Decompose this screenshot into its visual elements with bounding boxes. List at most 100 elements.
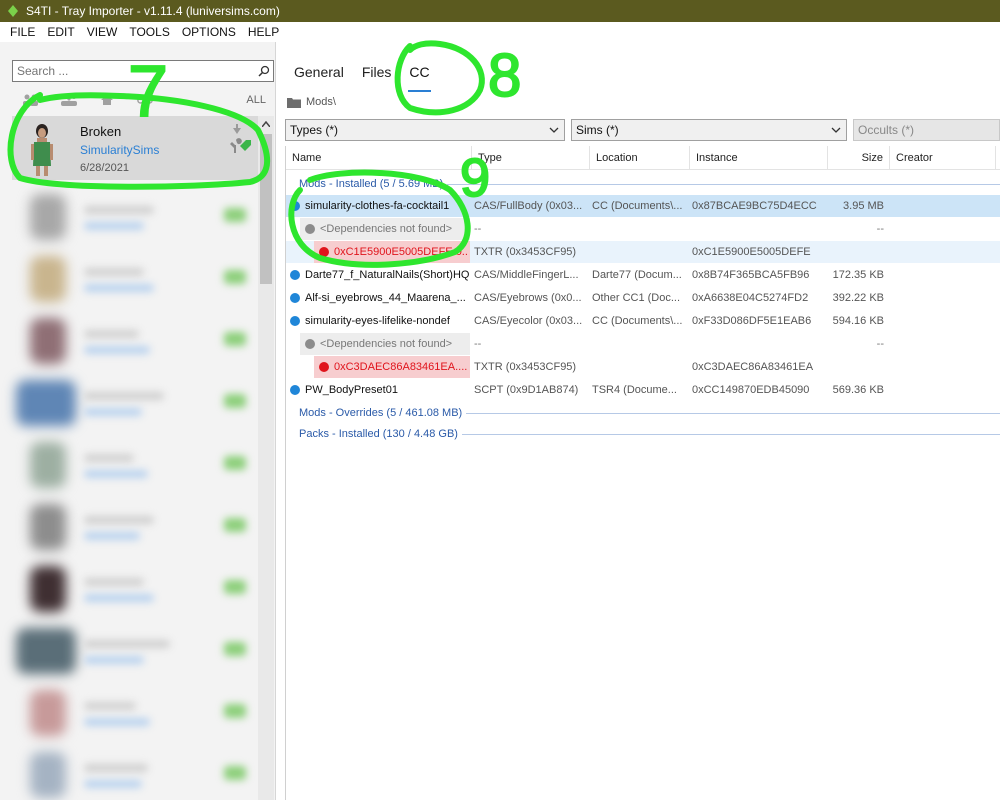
group-label: Packs - Installed (130 / 4.48 GB) — [299, 428, 458, 440]
installed-status-icon — [290, 316, 300, 326]
missing-dependency-icon — [305, 339, 315, 349]
cell-size: 3.95 MB — [843, 200, 884, 212]
table-row[interactable]: 0xC1E5900E5005DEFE.0... TXTR (0x3453CF95… — [286, 241, 1000, 263]
household-item[interactable] — [12, 186, 258, 246]
infinity-filter-icon[interactable] — [126, 91, 164, 109]
cell-size: -- — [876, 223, 884, 235]
menu-edit[interactable]: EDIT — [41, 25, 80, 39]
household-status-icons — [228, 122, 252, 162]
table-row[interactable]: 0xC3DAEC86A83461EA.... TXTR (0x3453CF95)… — [286, 356, 1000, 378]
cell-name: 0xC3DAEC86A83461EA.... — [334, 361, 468, 373]
column-size[interactable]: Size — [828, 146, 890, 170]
household-item[interactable] — [12, 496, 258, 556]
cell-type: CAS/Eyecolor (0x03... — [474, 315, 583, 327]
breadcrumb: Mods\ — [287, 94, 336, 110]
household-item-selected[interactable]: Broken SimularitySims 6/28/2021 — [12, 116, 258, 180]
menu-file[interactable]: FILE — [4, 25, 41, 39]
types-dropdown[interactable]: Types (*) — [285, 119, 565, 141]
cell-name: <Dependencies not found> — [320, 338, 453, 350]
lot-filter-icon[interactable] — [88, 91, 126, 109]
household-item[interactable] — [12, 248, 258, 308]
search-icon[interactable] — [255, 62, 273, 80]
menu-help[interactable]: HELP — [242, 25, 285, 39]
table-header: Name Type Location Instance Size Creator — [286, 146, 1000, 170]
scroll-up-icon[interactable] — [258, 116, 274, 132]
cell-type: -- — [474, 223, 482, 235]
chevron-down-icon — [830, 124, 842, 136]
menu-tools[interactable]: TOOLS — [123, 25, 175, 39]
cell-type: CAS/Eyebrows (0x0... — [474, 292, 582, 304]
household-item[interactable] — [12, 744, 258, 800]
cell-size: -- — [876, 338, 884, 350]
occults-dropdown-value: Occults (*) — [858, 123, 915, 137]
group-mods-overrides[interactable]: Mods - Overrides (5 / 461.08 MB) — [286, 403, 1000, 423]
household-author-link[interactable]: SimularitySims — [80, 143, 159, 157]
cell-type: TXTR (0x3453CF95) — [474, 246, 577, 258]
filter-row: Types (*) Sims (*) Occults (*) — [285, 119, 1000, 141]
tab-files[interactable]: Files — [353, 60, 401, 90]
cell-name: PW_BodyPreset01 — [305, 384, 398, 396]
cell-instance: 0xC3DAEC86A83461EA — [692, 361, 814, 373]
menu-view[interactable]: VIEW — [81, 25, 124, 39]
missing-dependency-icon — [305, 224, 315, 234]
chevron-down-icon — [548, 124, 560, 136]
cell-name: Darte77_f_NaturalNails(Short)HQ — [305, 269, 469, 281]
filter-all-link[interactable]: ALL — [246, 94, 266, 106]
details-pane: General Files CC Mods\ Types (*) Sims (*… — [277, 42, 1000, 800]
cell-name: 0xC1E5900E5005DEFE.0... — [334, 246, 468, 258]
menu-options[interactable]: OPTIONS — [176, 25, 242, 39]
column-creator[interactable]: Creator — [890, 146, 996, 170]
app-logo-icon — [6, 4, 20, 18]
sims-dropdown-value: Sims (*) — [576, 123, 619, 137]
tab-general[interactable]: General — [285, 60, 353, 90]
scroll-thumb[interactable] — [260, 134, 272, 284]
cell-name: simularity-eyes-lifelike-nondef — [305, 315, 450, 327]
group-mods-installed[interactable]: Mods - Installed (5 / 5.69 MB) — [286, 174, 1000, 194]
title-bar: S4TI - Tray Importer - v1.11.4 (lunivers… — [0, 0, 1000, 22]
table-row[interactable]: <Dependencies not found> -- -- — [286, 218, 1000, 240]
cell-location: Other CC1 (Doc... — [592, 292, 681, 304]
cell-location: CC (Documents\... — [592, 315, 683, 327]
window-title: S4TI - Tray Importer - v1.11.4 (lunivers… — [26, 4, 280, 18]
sim-portrait — [31, 124, 53, 176]
error-status-icon — [319, 362, 329, 372]
table-row[interactable]: Alf-si_eyebrows_44_Maarena_... CAS/Eyebr… — [286, 287, 1000, 309]
installed-status-icon — [290, 201, 300, 211]
cell-name: simularity-clothes-fa-cocktail1 — [305, 200, 450, 212]
table-row[interactable]: Darte77_f_NaturalNails(Short)HQ CAS/Midd… — [286, 264, 1000, 286]
cell-name: <Dependencies not found> — [320, 223, 453, 235]
household-item[interactable] — [12, 310, 258, 370]
group-packs-installed[interactable]: Packs - Installed (130 / 4.48 GB) — [286, 424, 1000, 444]
table-row[interactable]: simularity-clothes-fa-cocktail1 CAS/Full… — [286, 195, 1000, 217]
household-item[interactable] — [12, 558, 258, 618]
cc-table: Name Type Location Instance Size Creator… — [285, 146, 1000, 800]
sims-dropdown[interactable]: Sims (*) — [571, 119, 847, 141]
cell-size: 392.22 KB — [832, 292, 884, 304]
table-row[interactable]: PW_BodyPreset01 SCPT (0x9D1AB874) TSR4 (… — [286, 379, 1000, 401]
column-name[interactable]: Name — [286, 146, 472, 170]
search-input[interactable] — [13, 61, 255, 81]
cell-instance: 0xF33D086DF5E1EAB6 — [692, 315, 812, 327]
column-instance[interactable]: Instance — [690, 146, 828, 170]
installed-status-icon — [290, 385, 300, 395]
cell-location: TSR4 (Docume... — [592, 384, 677, 396]
household-scrollbar[interactable] — [258, 116, 274, 800]
tab-strip: General Files CC — [285, 60, 439, 92]
occults-dropdown: Occults (*) — [853, 119, 1000, 141]
household-item[interactable] — [12, 682, 258, 742]
installed-status-icon — [290, 270, 300, 280]
cell-instance: 0xCC149870EDB45090 — [692, 384, 810, 396]
tab-cc[interactable]: CC — [400, 60, 438, 92]
household-item[interactable] — [12, 372, 258, 432]
table-row[interactable]: simularity-eyes-lifelike-nondef CAS/Eyec… — [286, 310, 1000, 332]
column-type[interactable]: Type — [472, 146, 590, 170]
household-item[interactable] — [12, 620, 258, 680]
household-item[interactable] — [12, 434, 258, 494]
family-filter-icon[interactable] — [50, 91, 88, 109]
column-location[interactable]: Location — [590, 146, 690, 170]
cell-type: SCPT (0x9D1AB874) — [474, 384, 579, 396]
cell-type: TXTR (0x3453CF95) — [474, 361, 577, 373]
menu-bar: FILE EDIT VIEW TOOLS OPTIONS HELP — [0, 22, 1000, 42]
people-filter-icon[interactable] — [12, 91, 50, 109]
table-row[interactable]: <Dependencies not found> -- -- — [286, 333, 1000, 355]
